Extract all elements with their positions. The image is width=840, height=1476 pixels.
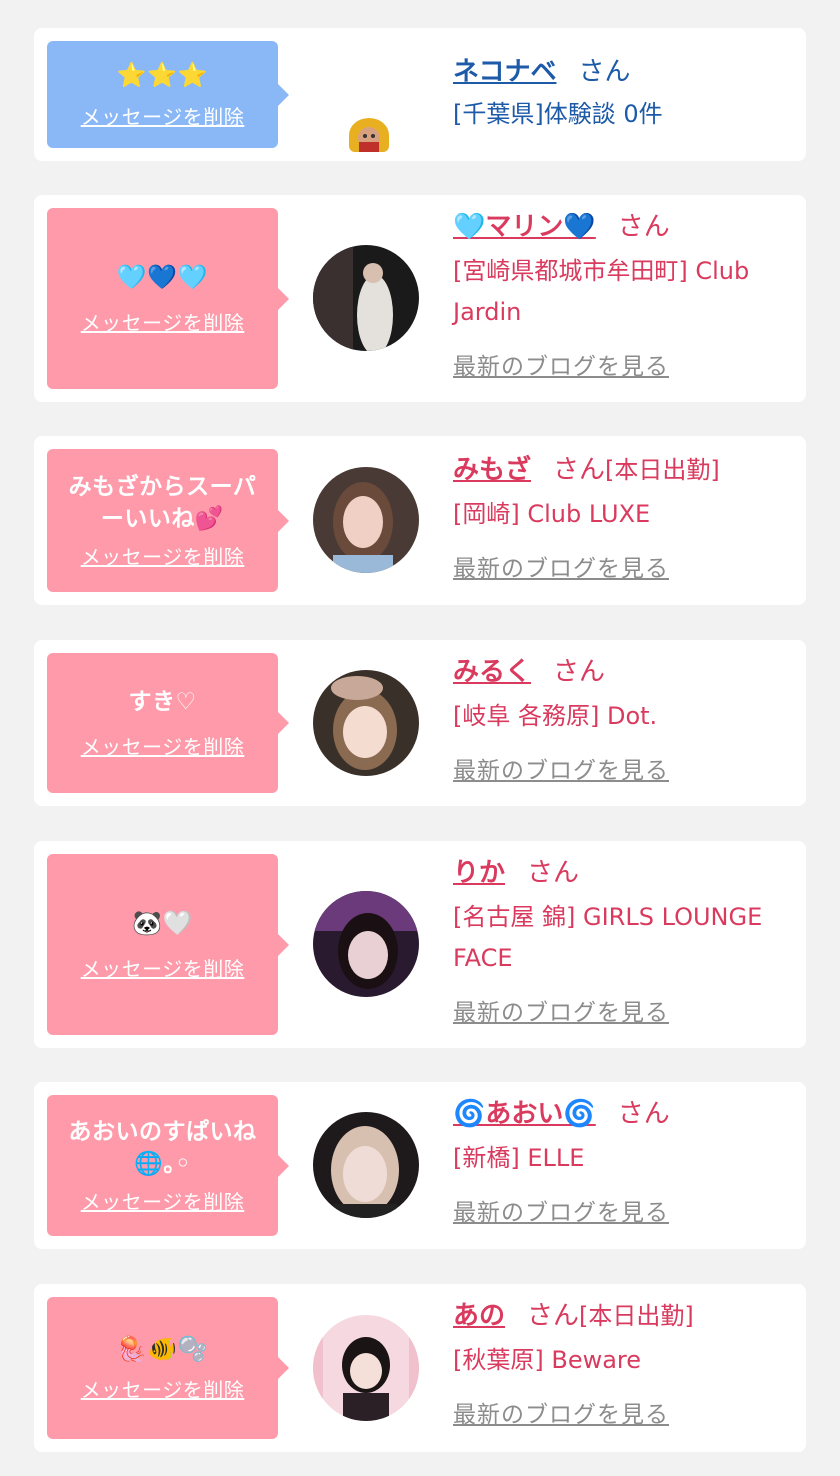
status-badge: [本日出勤] [579,1302,694,1330]
user-name-link[interactable]: りか [453,858,505,888]
shop-info: [岡崎] Club LUXE [453,500,651,528]
delete-message-link[interactable]: メッセージを削除 [81,1374,245,1403]
message-card: 🪼🐠🫧 メッセージを削除 あの さん[本日出勤] [秋葉原] Beware 最新の… [34,1284,806,1452]
honorific: さん [617,1099,670,1129]
message-text: 🩵💙🩵 [116,263,209,292]
message-bubble: 🐼🤍 メッセージを削除 [47,854,289,1035]
message-card: みもざからスーパーいいね💕 メッセージを削除 みもざ さん[本日出勤] [岡崎] … [34,436,806,605]
honorific: さん [527,858,580,888]
message-bubble: すき♡ メッセージを削除 [47,653,289,793]
message-bubble: ⭐⭐⭐ メッセージを削除 [47,41,289,148]
user-name-link[interactable]: みるく [453,657,531,687]
honorific: さん [553,455,606,485]
status-badge: [本日出勤] [605,456,720,484]
delete-message-link[interactable]: メッセージを削除 [81,1186,245,1215]
message-bubble: みもざからスーパーいいね💕 メッセージを削除 [47,449,289,592]
shop-info: [名古屋 錦] GIRLS LOUNGE FACE [453,903,763,972]
message-text: すき♡ [128,689,197,716]
honorific: さん [578,57,631,87]
message-card: ⭐⭐⭐ メッセージを削除 ネコナベ さん [千葉県]体験談 0件 [34,28,806,161]
message-text: 🐼🤍 [132,909,193,938]
shop-info: [千葉県]体験談 0件 [453,100,663,128]
delete-message-link[interactable]: メッセージを削除 [81,307,245,336]
user-name-link[interactable]: ネコナベ [453,57,556,87]
delete-message-link[interactable]: メッセージを削除 [81,101,245,130]
user-info: みもざ さん[本日出勤] [岡崎] Club LUXE 最新のブログを見る [453,452,798,583]
message-text: ⭐⭐⭐ [116,61,209,90]
honorific: さん [527,1301,580,1331]
shop-info: [秋葉原] Beware [453,1346,642,1374]
user-name-link[interactable]: あの [453,1301,505,1331]
shop-info: [宮崎県都城市牟田町] Club Jardin [453,257,750,326]
message-card: すき♡ メッセージを削除 みるく さん [岐阜 各務原] Dot. 最新のブログを… [34,640,806,806]
avatar[interactable] [313,891,419,997]
latest-blog-link[interactable]: 最新のブログを見る [453,1395,669,1429]
latest-blog-link[interactable]: 最新のブログを見る [453,993,669,1027]
latest-blog-link[interactable]: 最新のブログを見る [453,1193,669,1227]
user-info: みるく さん [岐阜 各務原] Dot. 最新のブログを見る [453,654,798,785]
user-info: ネコナベ さん [千葉県]体験談 0件 [453,54,798,135]
latest-blog-link[interactable]: 最新のブログを見る [453,751,669,785]
avatar[interactable] [313,467,419,573]
user-name-link[interactable]: 🌀あおい🌀 [453,1099,596,1129]
user-info: 🩵マリン💙 さん [宮崎県都城市牟田町] Club Jardin 最新のブログを見… [453,209,798,381]
user-info: りか さん [名古屋 錦] GIRLS LOUNGE FACE 最新のブログを見る [453,855,798,1027]
shop-info: [新橋] ELLE [453,1144,585,1172]
avatar[interactable] [349,118,389,152]
user-info: あの さん[本日出勤] [秋葉原] Beware 最新のブログを見る [453,1298,798,1429]
honorific: さん [553,657,606,687]
honorific: さん [617,212,670,242]
delete-message-link[interactable]: メッセージを削除 [81,953,245,982]
message-bubble: 🪼🐠🫧 メッセージを削除 [47,1297,289,1439]
delete-message-link[interactable]: メッセージを削除 [81,541,245,570]
avatar[interactable] [313,245,419,351]
avatar[interactable] [313,1112,419,1218]
latest-blog-link[interactable]: 最新のブログを見る [453,347,669,381]
message-card: 🐼🤍 メッセージを削除 りか さん [名古屋 錦] GIRLS LOUNGE FA… [34,841,806,1048]
delete-message-link[interactable]: メッセージを削除 [81,731,245,760]
message-text: 🪼🐠🫧 [116,1334,209,1363]
latest-blog-link[interactable]: 最新のブログを見る [453,549,669,583]
message-text: みもざからスーパーいいね💕 [68,473,257,532]
user-info: 🌀あおい🌀 さん [新橋] ELLE 最新のブログを見る [453,1096,798,1227]
message-card: 🩵💙🩵 メッセージを削除 🩵マリン💙 さん [宮崎県都城市牟田町] Club Ja… [34,195,806,402]
message-bubble: 🩵💙🩵 メッセージを削除 [47,208,289,389]
shop-info: [岐阜 各務原] Dot. [453,702,658,730]
message-text: あおいのすぱいね🌐｡◦ [68,1118,257,1177]
user-name-link[interactable]: 🩵マリン💙 [453,212,596,242]
avatar[interactable] [313,1315,419,1421]
user-name-link[interactable]: みもざ [453,455,531,485]
message-bubble: あおいのすぱいね🌐｡◦ メッセージを削除 [47,1095,289,1236]
avatar[interactable] [313,670,419,776]
message-card: あおいのすぱいね🌐｡◦ メッセージを削除 🌀あおい🌀 さん [新橋] ELLE 最… [34,1082,806,1249]
